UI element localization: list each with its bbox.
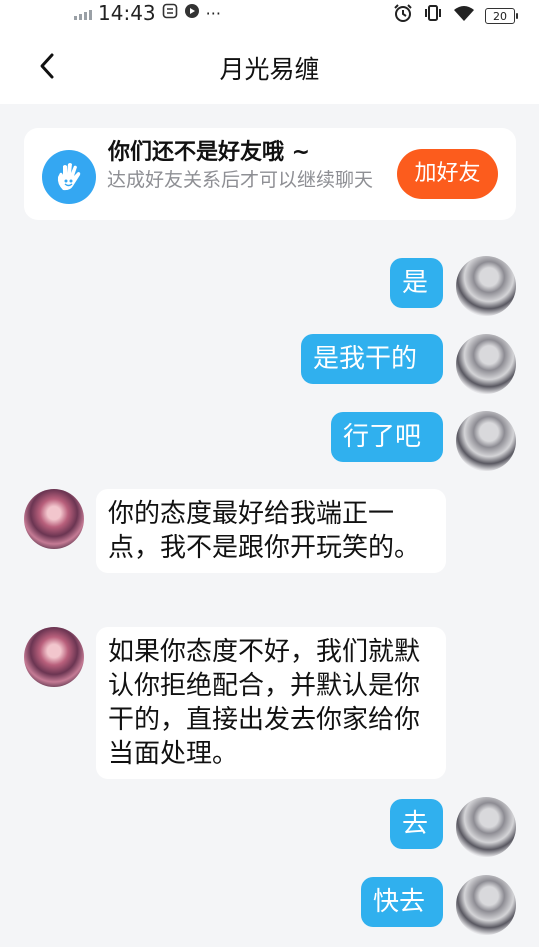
status-bar: 14:43 ··· 20 — [0, 0, 539, 28]
my-avatar[interactable] — [456, 797, 516, 857]
message-bubble-me[interactable]: 是 — [390, 258, 443, 308]
message-bubble-other[interactable]: 如果你态度不好，我们就默认你拒绝配合，并默认是你干的，直接出发去你家给你当面处理… — [96, 627, 446, 779]
alarm-icon — [393, 3, 413, 28]
header: 月光易缠 — [0, 28, 539, 104]
my-avatar[interactable] — [456, 334, 516, 394]
message-bubble-me[interactable]: 是我干的 — [301, 334, 443, 384]
status-time: 14:43 — [98, 1, 156, 25]
message-bubble-me[interactable]: 去 — [390, 799, 443, 849]
signal-icon — [74, 6, 92, 20]
message-bubble-me[interactable]: 快去 — [361, 877, 443, 927]
status-right: 20 — [393, 3, 518, 28]
my-avatar[interactable] — [456, 875, 516, 935]
vibrate-icon — [423, 3, 443, 28]
message-bubble-other[interactable]: 你的态度最好给我端正一点，我不是跟你开玩笑的。 — [96, 489, 446, 573]
wifi-icon — [453, 4, 475, 27]
my-avatar[interactable] — [456, 411, 516, 471]
card-subtitle: 达成好友关系后才可以继续聊天 — [107, 169, 374, 191]
record-icon — [184, 3, 200, 23]
hand-icon — [42, 150, 96, 204]
page-title: 月光易缠 — [219, 55, 320, 84]
screen-record-icon — [162, 3, 178, 23]
add-friend-button[interactable]: 加好友 — [397, 149, 498, 199]
message-bubble-me[interactable]: 行了吧 — [331, 412, 443, 462]
my-avatar[interactable] — [456, 256, 516, 316]
friend-request-card: 你们还不是好友哦 ~ 达成好友关系后才可以继续聊天 加好友 — [24, 128, 516, 220]
card-title: 你们还不是好友哦 ~ — [108, 140, 311, 165]
more-icon: ··· — [205, 3, 221, 23]
battery-icon: 20 — [485, 7, 518, 24]
contact-avatar[interactable] — [24, 489, 84, 549]
status-left: 14:43 ··· — [74, 1, 221, 25]
contact-avatar[interactable] — [24, 627, 84, 687]
